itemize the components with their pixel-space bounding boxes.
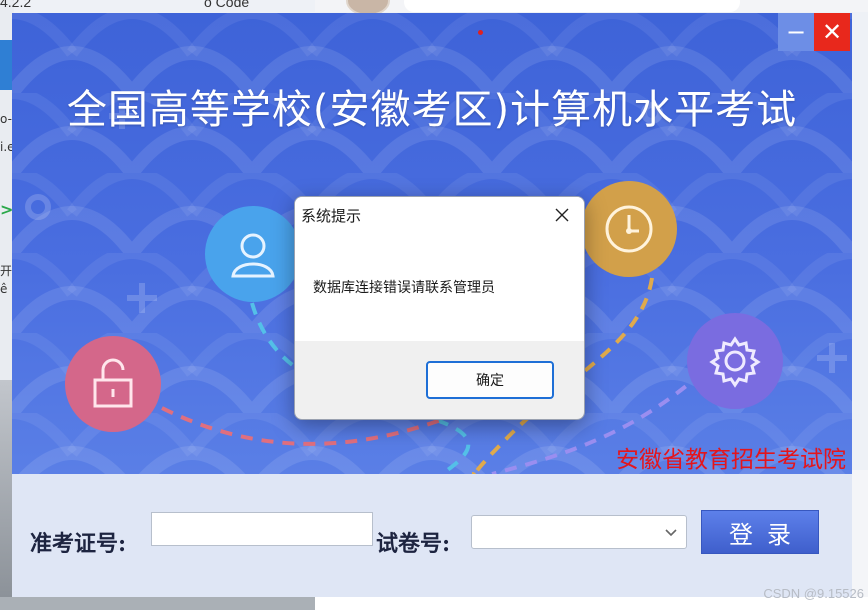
- exam-id-label: 准考证号:: [30, 531, 127, 557]
- ok-button[interactable]: 确定: [426, 361, 554, 399]
- gear-icon: [709, 336, 761, 388]
- chevron-down-icon: [665, 529, 677, 537]
- paper-number-label: 试卷号:: [376, 531, 451, 557]
- bg-right-edge: [852, 470, 868, 597]
- dialog-body: 数据库连接错误请联系管理员: [295, 233, 584, 341]
- unlock-badge: [65, 336, 161, 432]
- dialog-titlebar: 系统提示: [295, 197, 584, 233]
- system-prompt-dialog: 系统提示 数据库连接错误请联系管理员 确定: [294, 196, 585, 420]
- dialog-title: 系统提示: [301, 207, 362, 225]
- close-icon: [555, 208, 569, 222]
- paper-number-select[interactable]: [471, 515, 687, 549]
- user-badge: [205, 206, 301, 302]
- clock-badge: [581, 181, 677, 277]
- bg-search-pill: [404, 0, 740, 12]
- gear-badge: [687, 313, 783, 409]
- clock-icon: [605, 205, 653, 253]
- login-button[interactable]: 登录: [701, 510, 819, 554]
- watermark: CSDN @9.15526: [763, 586, 864, 601]
- bg-window-text-2: o Code: [204, 0, 250, 10]
- dialog-close-button[interactable]: [550, 203, 574, 227]
- bg-bottom-left: [0, 597, 315, 610]
- dialog-message: 数据库连接错误请联系管理员: [313, 280, 495, 296]
- close-button[interactable]: ✕: [814, 13, 850, 51]
- status-dot: [478, 30, 483, 35]
- user-icon: [231, 233, 275, 278]
- organization-label: 安徽省教育招生考试院: [616, 447, 846, 473]
- minimize-icon: −: [785, 18, 807, 46]
- app-title: 全国高等学校(安徽考区)计算机水平考试: [66, 87, 798, 133]
- close-icon: ✕: [821, 18, 843, 46]
- minimize-button[interactable]: −: [778, 13, 814, 51]
- exam-id-input[interactable]: [151, 512, 373, 546]
- unlock-icon: [93, 358, 133, 408]
- bg-window-text-1: 4.2.2: [0, 0, 32, 10]
- login-bar: 准考证号: 试卷号: 登录: [12, 474, 852, 597]
